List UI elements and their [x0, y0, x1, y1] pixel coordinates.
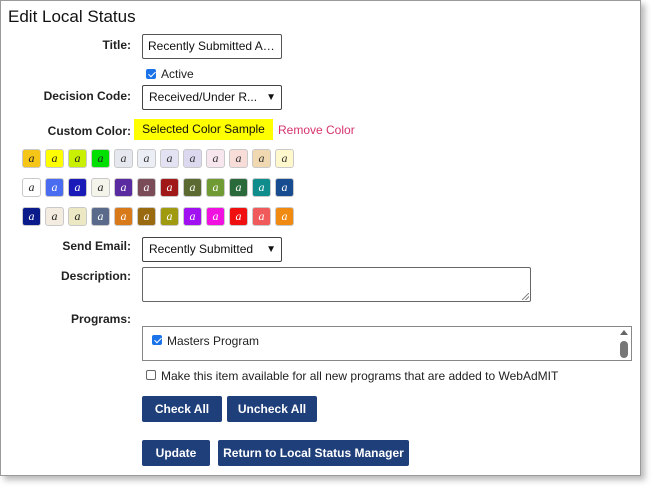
- edit-local-status-panel: Edit Local Status Title: Recently Submit…: [0, 0, 641, 476]
- programs-label: Programs:: [70, 312, 131, 326]
- uncheck-all-button[interactable]: Uncheck All: [227, 396, 317, 422]
- selected-color-sample: Selected Color Sample: [134, 119, 273, 140]
- title-label: Title:: [102, 38, 131, 52]
- send-email-label: Send Email:: [62, 239, 131, 253]
- color-swatch[interactable]: a: [252, 178, 271, 197]
- color-swatch[interactable]: a: [229, 207, 248, 226]
- color-swatch[interactable]: a: [275, 207, 294, 226]
- new-programs-label: Make this item available for all new pro…: [161, 369, 559, 383]
- color-swatch[interactable]: a: [183, 149, 202, 168]
- decision-code-label: Decision Code:: [43, 89, 131, 103]
- program-item-label: Masters Program: [167, 334, 260, 348]
- return-to-local-status-manager-button[interactable]: Return to Local Status Manager: [218, 440, 409, 466]
- description-label: Description:: [60, 269, 131, 283]
- resize-handle-icon[interactable]: [522, 293, 529, 300]
- chevron-down-icon: ▼: [266, 92, 276, 103]
- remove-color-link[interactable]: Remove Color: [278, 123, 355, 137]
- color-swatch[interactable]: a: [22, 207, 41, 226]
- title-input[interactable]: Recently Submitted App...: [142, 34, 282, 59]
- programs-list: Masters Program: [142, 326, 632, 361]
- color-swatch[interactable]: a: [91, 178, 110, 197]
- new-programs-checkbox[interactable]: [146, 370, 156, 380]
- color-swatch[interactable]: a: [114, 149, 133, 168]
- color-swatch[interactable]: a: [252, 207, 271, 226]
- decision-code-value: Received/Under R...: [149, 90, 258, 104]
- description-textarea[interactable]: [142, 267, 531, 302]
- color-swatch[interactable]: a: [160, 149, 179, 168]
- color-swatch[interactable]: a: [45, 178, 64, 197]
- color-swatch-row-3: aaaaaaaaaaaa: [22, 207, 294, 226]
- color-swatch[interactable]: a: [91, 149, 110, 168]
- color-swatch[interactable]: a: [183, 207, 202, 226]
- send-email-value: Recently Submitted: [149, 242, 254, 256]
- color-swatch[interactable]: a: [68, 178, 87, 197]
- chevron-down-icon: ▼: [266, 244, 276, 255]
- scroll-thumb[interactable]: [620, 341, 628, 358]
- scroll-up-icon[interactable]: [620, 330, 628, 335]
- custom-color-label: Custom Color:: [47, 124, 131, 138]
- check-all-button[interactable]: Check All: [142, 396, 222, 422]
- color-swatch-row-1: aaaaaaaaaaaa: [22, 149, 294, 168]
- color-swatch[interactable]: a: [22, 178, 41, 197]
- active-label: Active: [161, 67, 194, 81]
- color-swatch[interactable]: a: [160, 207, 179, 226]
- color-swatch[interactable]: a: [114, 207, 133, 226]
- color-swatch[interactable]: a: [160, 178, 179, 197]
- color-swatch[interactable]: a: [68, 149, 87, 168]
- color-swatch[interactable]: a: [229, 149, 248, 168]
- update-button[interactable]: Update: [142, 440, 210, 466]
- color-swatch[interactable]: a: [206, 178, 225, 197]
- color-swatch[interactable]: a: [137, 149, 156, 168]
- color-swatch[interactable]: a: [252, 149, 271, 168]
- color-swatch[interactable]: a: [45, 207, 64, 226]
- color-swatch-row-2: aaaaaaaaaaaa: [22, 178, 294, 197]
- color-swatch[interactable]: a: [229, 178, 248, 197]
- color-swatch[interactable]: a: [45, 149, 64, 168]
- page-title: Edit Local Status: [8, 7, 136, 26]
- program-checkbox-masters[interactable]: [152, 335, 162, 345]
- send-email-select[interactable]: Recently Submitted ▼: [142, 237, 282, 262]
- color-swatch[interactable]: a: [206, 149, 225, 168]
- color-swatch[interactable]: a: [275, 178, 294, 197]
- color-swatch[interactable]: a: [22, 149, 41, 168]
- decision-code-select[interactable]: Received/Under R... ▼: [142, 85, 282, 110]
- color-swatch[interactable]: a: [137, 178, 156, 197]
- color-swatch[interactable]: a: [114, 178, 133, 197]
- active-checkbox[interactable]: [146, 69, 156, 79]
- color-swatch[interactable]: a: [137, 207, 156, 226]
- color-swatch[interactable]: a: [68, 207, 87, 226]
- color-swatch[interactable]: a: [183, 178, 202, 197]
- color-swatch[interactable]: a: [91, 207, 110, 226]
- color-swatch[interactable]: a: [206, 207, 225, 226]
- color-swatch[interactable]: a: [275, 149, 294, 168]
- programs-scrollbar[interactable]: [617, 327, 631, 360]
